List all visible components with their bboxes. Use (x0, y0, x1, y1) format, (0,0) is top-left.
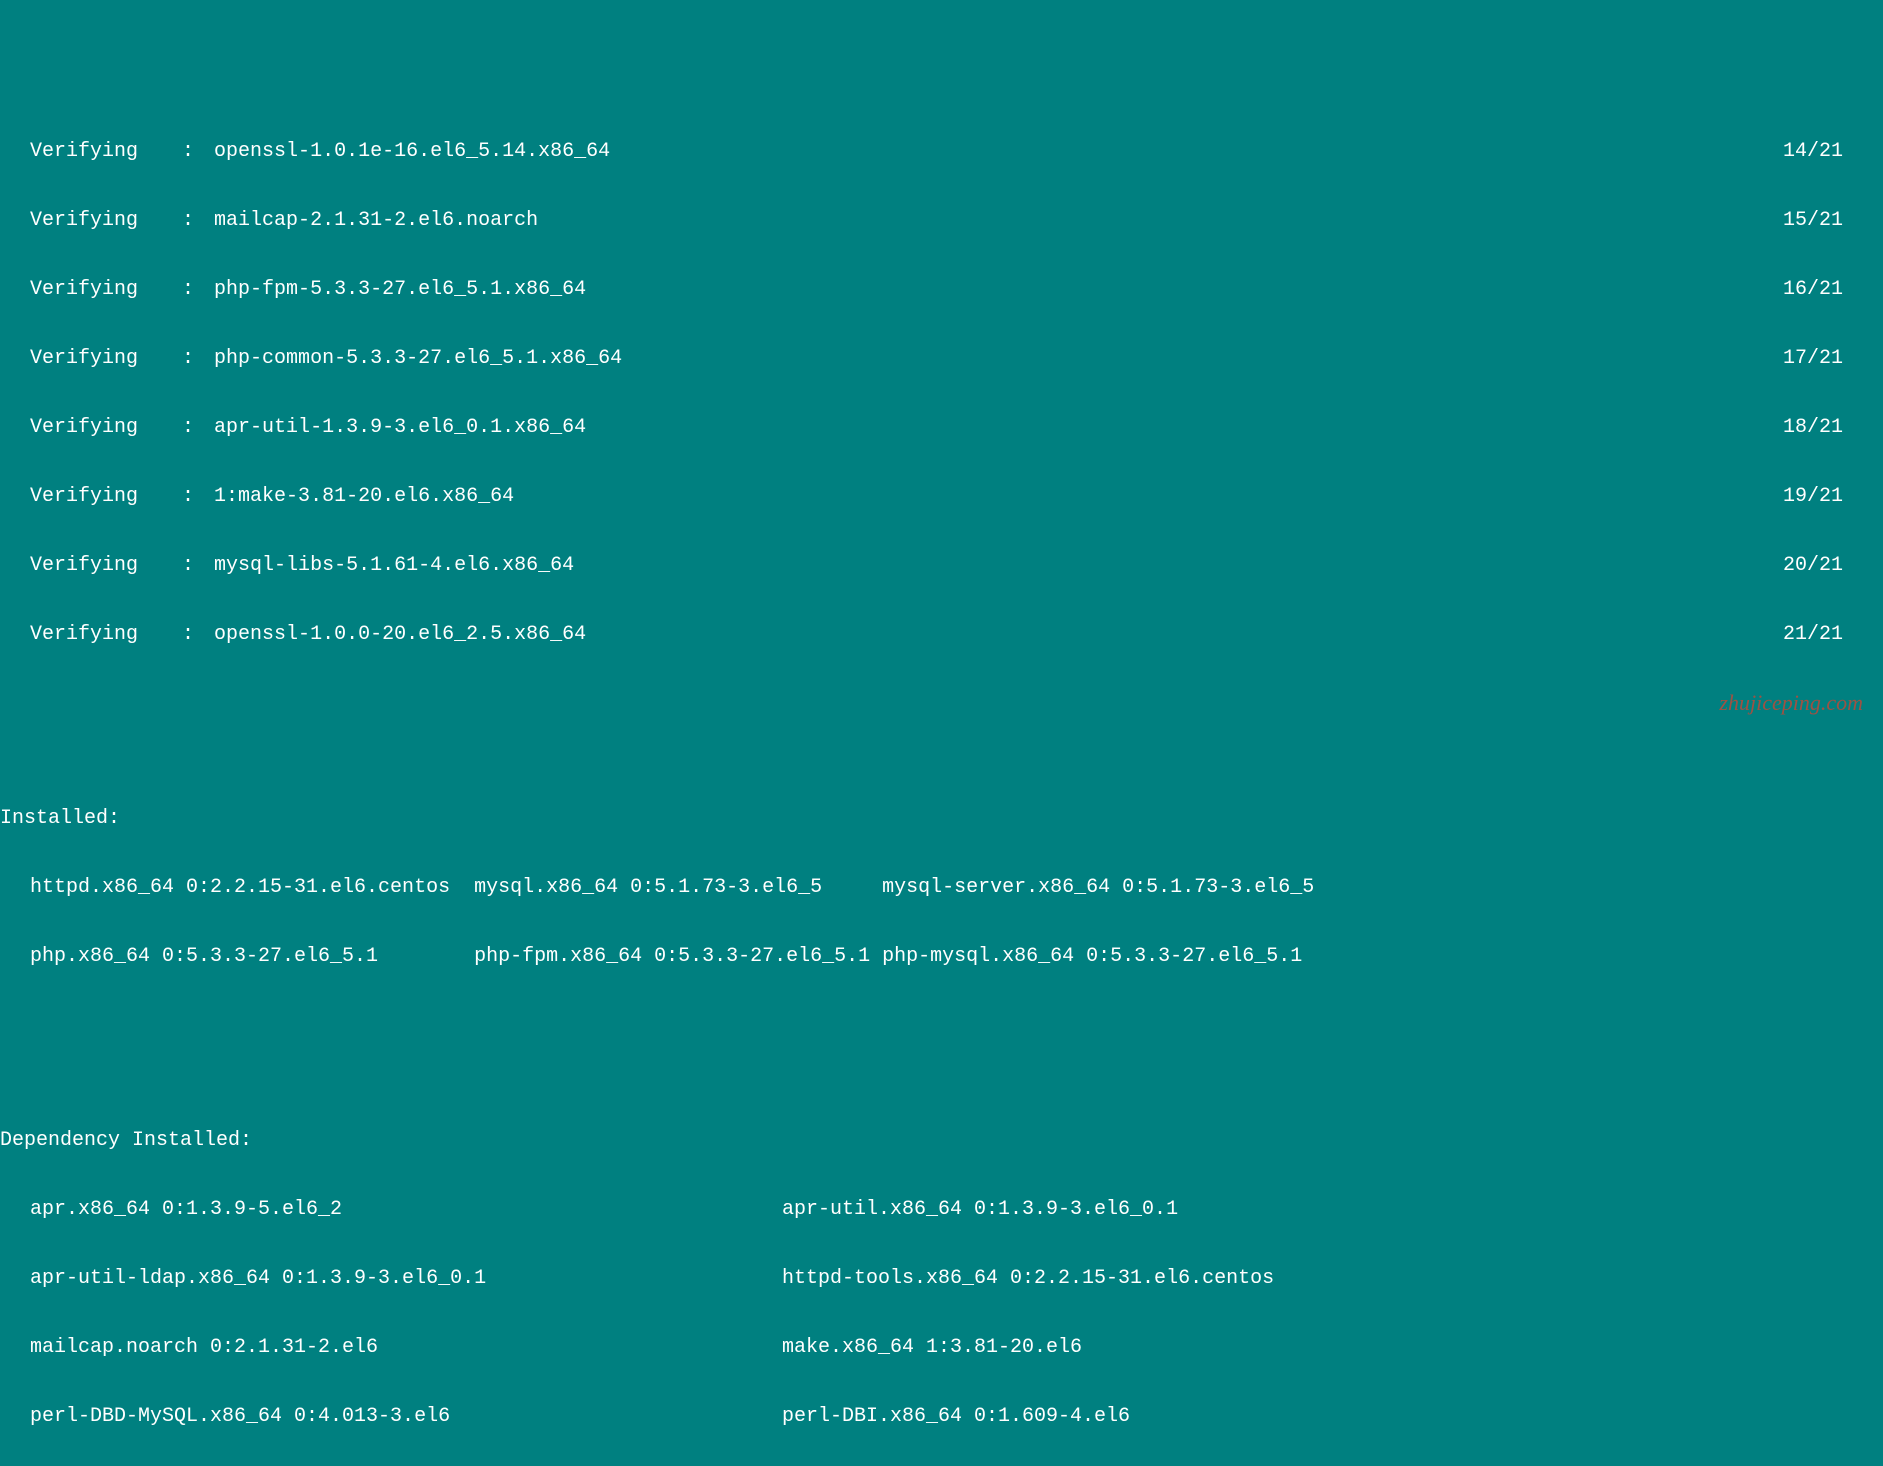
verify-colon: : (138, 140, 214, 163)
dep-pkg-left: apr.x86_64 0:1.3.9-5.el6_2 (0, 1198, 782, 1221)
verify-package: mailcap-2.1.31-2.el6.noarch (214, 209, 1783, 232)
verify-colon: : (138, 416, 214, 439)
verify-label: Verifying (0, 485, 138, 508)
verify-label: Verifying (0, 140, 138, 163)
verify-colon: : (138, 623, 214, 646)
installed-line: php.x86_64 0:5.3.3-27.el6_5.1 php-fpm.x8… (0, 945, 1883, 968)
dep-installed-row: mailcap.noarch 0:2.1.31-2.el6make.x86_64… (0, 1336, 1883, 1359)
dep-pkg-right: httpd-tools.x86_64 0:2.2.15-31.el6.cento… (782, 1267, 1883, 1290)
verify-count: 15/21 (1783, 209, 1883, 232)
verify-count: 20/21 (1783, 554, 1883, 577)
verify-colon: : (138, 554, 214, 577)
verify-colon: : (138, 278, 214, 301)
verify-count: 17/21 (1783, 347, 1883, 370)
verify-line: Verifying : php-fpm-5.3.3-27.el6_5.1.x86… (0, 278, 1883, 301)
verify-line: Verifying : openssl-1.0.1e-16.el6_5.14.x… (0, 140, 1883, 163)
verify-package: php-fpm-5.3.3-27.el6_5.1.x86_64 (214, 278, 1783, 301)
verify-colon: : (138, 209, 214, 232)
verify-label: Verifying (0, 416, 138, 439)
verify-line: Verifying : apr-util-1.3.9-3.el6_0.1.x86… (0, 416, 1883, 439)
dep-pkg-right: apr-util.x86_64 0:1.3.9-3.el6_0.1 (782, 1198, 1883, 1221)
verify-count: 14/21 (1783, 140, 1883, 163)
verify-label: Verifying (0, 278, 138, 301)
dep-pkg-left: mailcap.noarch 0:2.1.31-2.el6 (0, 1336, 782, 1359)
verify-label: Verifying (0, 209, 138, 232)
dep-installed-row: apr-util-ldap.x86_64 0:1.3.9-3.el6_0.1ht… (0, 1267, 1883, 1290)
verify-label: Verifying (0, 347, 138, 370)
blank-line (0, 1037, 1883, 1060)
verify-package: openssl-1.0.1e-16.el6_5.14.x86_64 (214, 140, 1783, 163)
verify-package: openssl-1.0.0-20.el6_2.5.x86_64 (214, 623, 1783, 646)
dep-installed-row: perl-DBD-MySQL.x86_64 0:4.013-3.el6perl-… (0, 1405, 1883, 1428)
verify-line: Verifying : mysql-libs-5.1.61-4.el6.x86_… (0, 554, 1883, 577)
dep-pkg-left: apr-util-ldap.x86_64 0:1.3.9-3.el6_0.1 (0, 1267, 782, 1290)
installed-header: Installed: (0, 807, 1883, 830)
dep-pkg-right: make.x86_64 1:3.81-20.el6 (782, 1336, 1883, 1359)
dep-installed-row: apr.x86_64 0:1.3.9-5.el6_2apr-util.x86_6… (0, 1198, 1883, 1221)
verify-count: 21/21 (1783, 623, 1883, 646)
verify-colon: : (138, 347, 214, 370)
verify-label: Verifying (0, 623, 138, 646)
verify-count: 18/21 (1783, 416, 1883, 439)
dep-pkg-left: perl-DBD-MySQL.x86_64 0:4.013-3.el6 (0, 1405, 782, 1428)
terminal-output[interactable]: Verifying : openssl-1.0.1e-16.el6_5.14.x… (0, 94, 1883, 1466)
dep-pkg-right: perl-DBI.x86_64 0:1.609-4.el6 (782, 1405, 1883, 1428)
verify-line: Verifying : php-common-5.3.3-27.el6_5.1.… (0, 347, 1883, 370)
verify-package: 1:make-3.81-20.el6.x86_64 (214, 485, 1783, 508)
verify-package: mysql-libs-5.1.61-4.el6.x86_64 (214, 554, 1783, 577)
verify-colon: : (138, 485, 214, 508)
dep-installed-header: Dependency Installed: (0, 1129, 1883, 1152)
verify-count: 19/21 (1783, 485, 1883, 508)
verify-line: Verifying : mailcap-2.1.31-2.el6.noarch1… (0, 209, 1883, 232)
verify-count: 16/21 (1783, 278, 1883, 301)
watermark: zhujiceping.com (1719, 690, 1863, 715)
verify-label: Verifying (0, 554, 138, 577)
verify-package: php-common-5.3.3-27.el6_5.1.x86_64 (214, 347, 1783, 370)
verify-line: Verifying : openssl-1.0.0-20.el6_2.5.x86… (0, 623, 1883, 646)
verify-line: Verifying : 1:make-3.81-20.el6.x86_6419/… (0, 485, 1883, 508)
installed-line: httpd.x86_64 0:2.2.15-31.el6.centos mysq… (0, 876, 1883, 899)
verify-package: apr-util-1.3.9-3.el6_0.1.x86_64 (214, 416, 1783, 439)
blank-line (0, 715, 1883, 738)
